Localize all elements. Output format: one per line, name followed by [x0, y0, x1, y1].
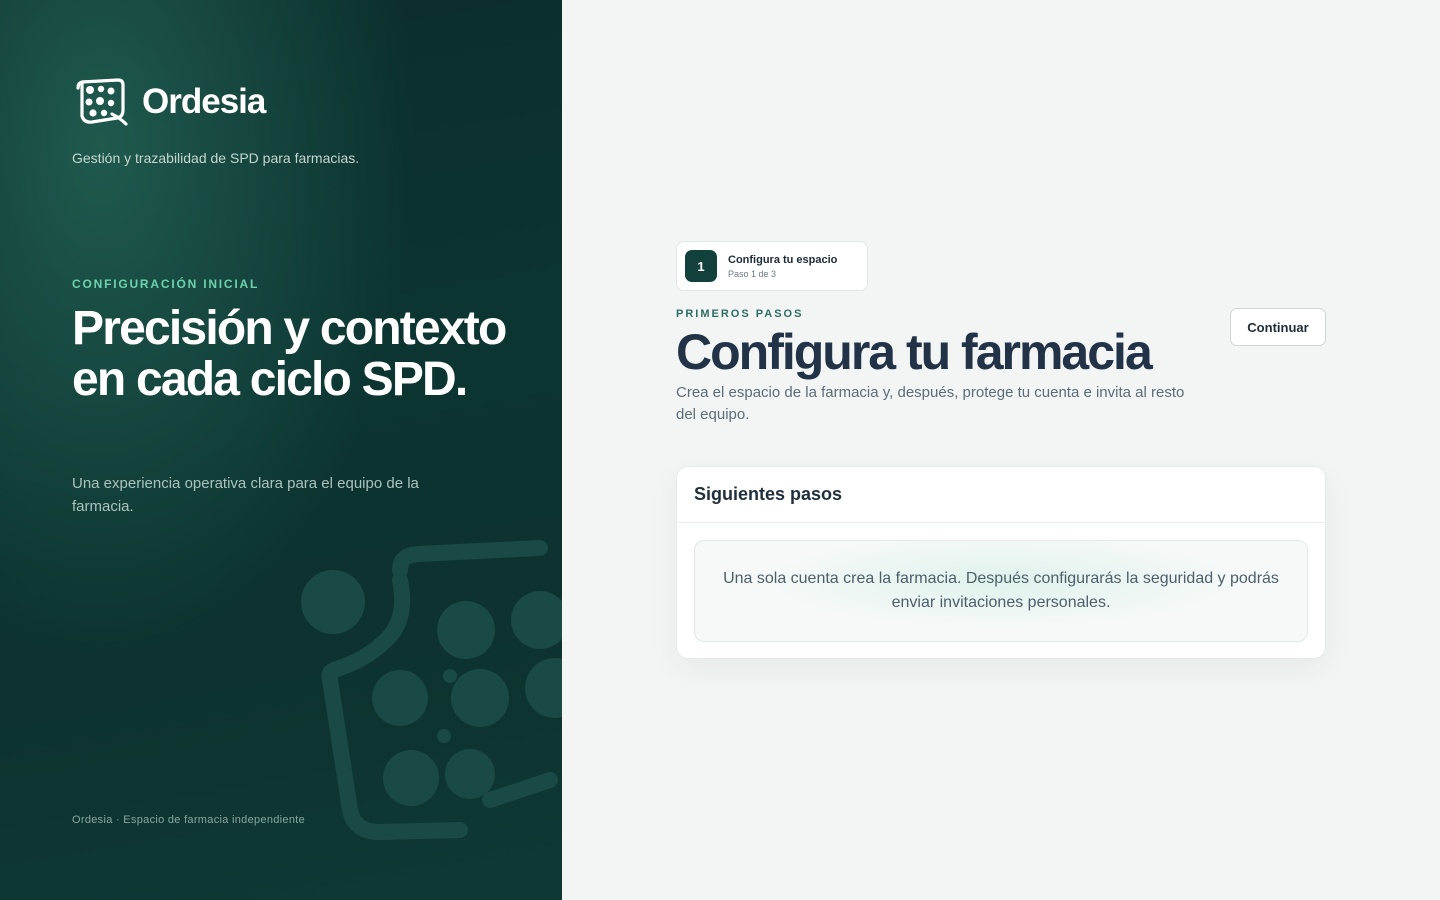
step-title: Configura tu espacio [728, 253, 838, 266]
info-text: Una sola cuenta crea la farmacia. Despué… [723, 570, 1279, 611]
section-eyebrow: PRIMEROS PASOS [676, 308, 804, 320]
hero-eyebrow: CONFIGURACIÓN INICIAL [72, 277, 260, 291]
hero-subtitle: Una experiencia operativa clara para el … [72, 475, 419, 515]
card-title: Siguientes pasos [694, 484, 843, 504]
footer-text: Ordesia · Espacio de farmacia independie… [72, 814, 306, 826]
hero-title: Precisión y contexto en cada ciclo SPD. [72, 302, 507, 406]
next-steps-card: Siguientes pasos Una sola cuenta crea la… [676, 466, 1326, 659]
step-progress: Paso 1 de 3 [728, 268, 777, 279]
brand-lockup: Ordesia [74, 74, 266, 128]
brand-name: Ordesia [142, 81, 266, 121]
card-header: Siguientes pasos [677, 467, 1325, 523]
page-description: Crea el espacio de la farmacia y, despué… [676, 384, 1185, 423]
step-number-badge: 1 [685, 250, 717, 282]
decorative-logo-watermark-icon [301, 540, 562, 840]
ordesia-logo-icon [76, 78, 128, 126]
info-box: Una sola cuenta crea la farmacia. Despué… [694, 540, 1308, 642]
brand-tagline: Gestión y trazabilidad de SPD para farma… [72, 150, 360, 166]
step-text: Configura tu espacio Paso 1 de 3 [728, 254, 837, 279]
step-indicator: 1 Configura tu espacio Paso 1 de 3 [676, 241, 868, 291]
brand-panel: Ordesia Gestión y trazabilidad de SPD pa… [0, 0, 562, 900]
continue-button[interactable]: Continuar [1230, 308, 1326, 346]
page-title: Configura tu farmacia [676, 324, 1153, 380]
